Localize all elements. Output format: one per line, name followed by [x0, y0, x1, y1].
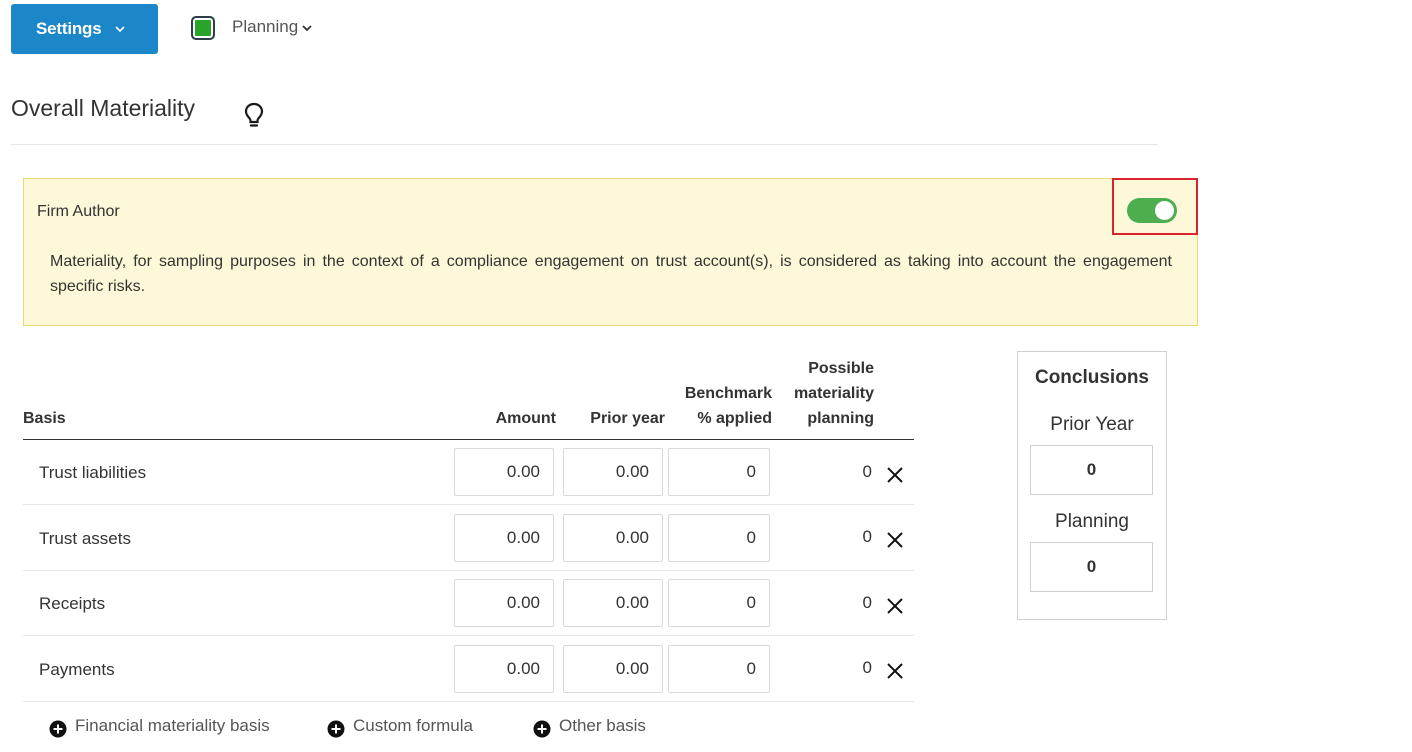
- lightbulb-icon[interactable]: [242, 101, 266, 129]
- stage-dropdown[interactable]: Planning: [232, 17, 312, 37]
- add-option-label: Custom formula: [353, 716, 473, 735]
- prior-year-input[interactable]: 0.00: [563, 579, 663, 627]
- row-basis-label: Trust assets: [39, 529, 131, 548]
- firm-author-text: Materiality, for sampling purposes in th…: [50, 253, 1172, 295]
- close-icon[interactable]: [886, 597, 904, 615]
- column-header-benchmark: Benchmark % applied: [684, 385, 772, 427]
- row-divider: [23, 635, 914, 636]
- amount-input[interactable]: 0.00: [454, 448, 554, 496]
- column-header-possible-materiality: Possible materiality planning: [793, 360, 874, 427]
- add-other-basis-button[interactable]: Other basis: [533, 714, 646, 738]
- conclusions-panel: Conclusions Prior Year 0 Planning 0: [1017, 351, 1167, 620]
- amount-input[interactable]: 0.00: [454, 579, 554, 627]
- possible-materiality-value: 0: [862, 527, 872, 546]
- prior-year-input[interactable]: 0.00: [563, 645, 663, 693]
- row-basis-label: Trust liabilities: [39, 463, 147, 482]
- row-basis-label: Receipts: [39, 594, 106, 613]
- possible-materiality-value: 0: [862, 658, 872, 677]
- plus-circle-icon: [49, 720, 67, 738]
- settings-button[interactable]: Settings: [11, 4, 158, 54]
- possible-materiality-value: 0: [862, 462, 872, 481]
- chevron-down-icon: [115, 24, 126, 34]
- materiality-page: Settings Planning Overall Materiality Fi…: [0, 0, 1412, 752]
- row-divider: [23, 504, 914, 505]
- chevron-down-icon: [302, 17, 312, 37]
- conclusions-title: Conclusions: [1034, 367, 1149, 388]
- row-basis-label: Payments: [39, 660, 115, 679]
- column-header-amount: Amount: [495, 410, 556, 427]
- add-financial-materiality-basis-button[interactable]: Financial materiality basis: [49, 714, 270, 738]
- benchmark-input[interactable]: 0: [668, 579, 770, 627]
- amount-input[interactable]: 0.00: [454, 645, 554, 693]
- benchmark-input[interactable]: 0: [668, 448, 770, 496]
- firm-author-panel: Firm Author Materiality, for sampling pu…: [23, 178, 1198, 326]
- add-option-label: Financial materiality basis: [75, 716, 270, 735]
- title-divider: [11, 144, 1158, 145]
- close-icon[interactable]: [886, 466, 904, 484]
- plus-circle-icon: [533, 720, 551, 738]
- benchmark-input[interactable]: 0: [668, 645, 770, 693]
- planning-conclusion-value: 0: [1030, 542, 1153, 592]
- prior-year-conclusion-value: 0: [1030, 445, 1153, 495]
- firm-author-label: Firm Author: [37, 203, 120, 220]
- row-divider: [23, 570, 914, 571]
- add-custom-formula-button[interactable]: Custom formula: [327, 714, 473, 738]
- settings-button-label: Settings: [36, 19, 102, 38]
- column-header-prior-year: Prior year: [590, 410, 665, 427]
- status-indicator-icon: [191, 16, 215, 40]
- column-header-basis: Basis: [23, 410, 66, 427]
- prior-year-input[interactable]: 0.00: [563, 514, 663, 562]
- prior-year-input[interactable]: 0.00: [563, 448, 663, 496]
- stage-label: Planning: [232, 17, 299, 36]
- toggle-knob: [1155, 201, 1174, 220]
- close-icon[interactable]: [886, 662, 904, 680]
- possible-materiality-value: 0: [862, 593, 872, 612]
- row-divider: [23, 701, 914, 702]
- benchmark-input[interactable]: 0: [668, 514, 770, 562]
- planning-label: Planning: [1055, 511, 1129, 532]
- plus-circle-icon: [327, 720, 345, 738]
- close-icon[interactable]: [886, 531, 904, 549]
- page-title: Overall Materiality: [11, 95, 196, 121]
- table-header-divider: [23, 439, 914, 440]
- firm-author-toggle[interactable]: [1127, 198, 1177, 223]
- amount-input[interactable]: 0.00: [454, 514, 554, 562]
- add-option-label: Other basis: [559, 716, 646, 735]
- prior-year-label: Prior Year: [1050, 414, 1134, 435]
